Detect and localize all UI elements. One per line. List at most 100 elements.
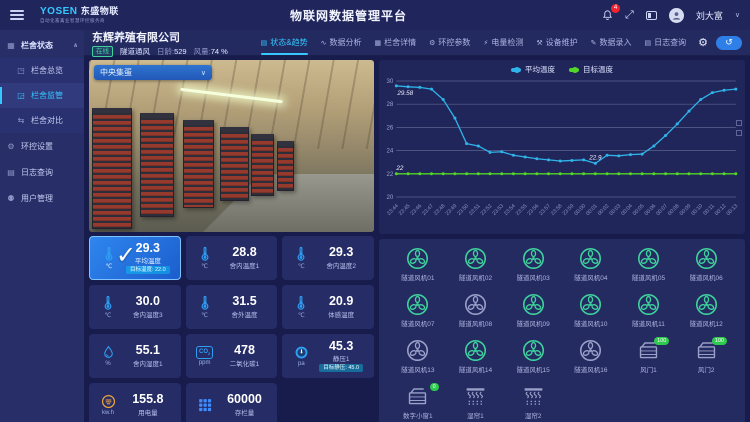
device-label: 湿帘2: [525, 410, 542, 420]
stat-card-静压1[interactable]: pa45.3静压1目标静压: 45.0: [282, 334, 374, 378]
device-隧道风机07[interactable]: 隧道风机07: [389, 293, 447, 337]
stat-card-体感温度[interactable]: ℃20.9体感温度: [282, 285, 374, 329]
user-icon: ⚉: [6, 194, 16, 203]
sidebar: ▦栏舍状态∧◳栏舍总览◲栏舍监管⇆栏舍对比⚙环控设置▤日志查询⚉用户管理: [0, 30, 84, 422]
device-隧道风机09[interactable]: 隧道风机09: [504, 293, 562, 337]
sidebar-item-栏舍监管[interactable]: ◲栏舍监管: [0, 83, 84, 108]
device-隧道风机14[interactable]: 隧道风机14: [447, 339, 505, 383]
chevron-down-icon[interactable]: ∨: [735, 11, 740, 19]
device-隧道风机13[interactable]: 隧道风机13: [389, 339, 447, 383]
card-value: 31.5: [232, 295, 256, 308]
device-隧道风机10[interactable]: 隧道风机10: [562, 293, 620, 337]
gauge-icon: [294, 345, 309, 360]
svg-text:23:45: 23:45: [398, 203, 412, 217]
sidebar-item-栏舍对比[interactable]: ⇆栏舍对比: [0, 108, 84, 133]
device-湿帘2[interactable]: 湿帘2: [504, 385, 562, 422]
brand-logo: YOSEN 东盛物联 自动化畜禽业智慧环控服务商: [40, 7, 160, 24]
device-风门2[interactable]: 风门2100: [677, 339, 735, 383]
fan-icon: [637, 247, 660, 270]
menu-toggle-icon[interactable]: [10, 10, 24, 20]
fullscreen-icon[interactable]: ⤢: [625, 10, 634, 21]
svg-text:23:53: 23:53: [491, 203, 505, 217]
svg-text:23:44: 23:44: [386, 203, 400, 217]
tab-数据分析[interactable]: ∿数据分析: [321, 30, 362, 56]
topbar-actions: 4 ⤢ 刘大富 ∨: [602, 8, 740, 23]
sidebar-item-用户管理[interactable]: ⚉用户管理: [0, 185, 84, 211]
svg-text:23:57: 23:57: [538, 203, 552, 217]
legend-item-目标温度[interactable]: 目标温度: [569, 64, 613, 75]
device-隧道风机01[interactable]: 隧道风机01: [389, 247, 447, 291]
stat-card-存栏量[interactable]: 60000存栏量: [186, 383, 278, 422]
user-icon: [671, 10, 682, 21]
device-label: 隧道风机15: [517, 364, 550, 374]
card-label: 静压1: [333, 353, 350, 363]
device-label: 隧道风机01: [401, 272, 434, 282]
tab-数据录入[interactable]: ✎数据录入: [591, 30, 632, 56]
stat-card-平均温度[interactable]: ℃29.3平均温度目标温度: 22.0✓: [89, 236, 181, 280]
tab-环控参数[interactable]: ⚙环控参数: [429, 30, 470, 56]
svg-text:23:58: 23:58: [550, 203, 564, 217]
device-隧道风机04[interactable]: 隧道风机04: [562, 247, 620, 291]
chart-toolbox-icon[interactable]: [736, 130, 742, 136]
sidebar-item-栏舍总览[interactable]: ◳栏舍总览: [0, 58, 84, 83]
stat-card-舍内温度2[interactable]: ℃29.3舍内温度2: [282, 236, 374, 280]
stat-card-舍内湿度1[interactable]: %55.1舍内湿度1: [89, 334, 181, 378]
device-湿帘1[interactable]: 湿帘1: [447, 385, 505, 422]
fan-icon: [637, 293, 660, 316]
svg-text:00:13: 00:13: [726, 203, 740, 217]
assistant-button[interactable]: ↺: [716, 36, 742, 50]
thermometer-icon: [198, 295, 212, 311]
settings-gear-icon[interactable]: ⚙: [698, 36, 708, 49]
device-隧道风机16[interactable]: 隧道风机16: [562, 339, 620, 383]
stat-card-二氧化碳1[interactable]: CO2ppm478二氧化碳1: [186, 334, 278, 378]
thermometer-icon: [101, 295, 115, 311]
device-隧道风机15[interactable]: 隧道风机15: [504, 339, 562, 383]
device-隧道风机02[interactable]: 隧道风机02: [447, 247, 505, 291]
sidebar-item-环控设置[interactable]: ⚙环控设置: [0, 133, 84, 159]
device-opening-badge: 100: [712, 337, 727, 345]
device-隧道风机08[interactable]: 隧道风机08: [447, 293, 505, 337]
card-value: 30.0: [136, 295, 160, 308]
fan-icon: [464, 247, 487, 270]
camera-select-dropdown[interactable]: 中央集蛋 ∨: [94, 65, 212, 80]
fan-icon: [695, 293, 718, 316]
tab-状态&趋势[interactable]: ▤状态&趋势: [261, 30, 308, 56]
device-隧道风机05[interactable]: 隧道风机05: [620, 247, 678, 291]
fan-icon: [579, 293, 602, 316]
wet-curtain-icon: [464, 385, 487, 408]
svg-text:20: 20: [387, 195, 394, 201]
stat-card-舍内温度1[interactable]: ℃28.8舍内温度1: [186, 236, 278, 280]
legend-label: 目标温度: [583, 64, 613, 75]
device-隧道风机12[interactable]: 隧道风机12: [677, 293, 735, 337]
tab-日志查询[interactable]: ▤日志查询: [645, 30, 687, 56]
device-隧道风机11[interactable]: 隧道风机11: [620, 293, 678, 337]
stat-card-舍外温度[interactable]: ℃31.5舍外温度: [186, 285, 278, 329]
tab-label: 环控参数: [438, 37, 470, 48]
tab-设备维护[interactable]: ⚒设备维护: [536, 30, 577, 56]
brand-subtitle: 自动化畜禽业智慧环控服务商: [40, 19, 160, 24]
sidebar-item-日志查询[interactable]: ▤日志查询: [0, 159, 84, 185]
layout-panel-icon[interactable]: [646, 11, 657, 20]
svg-text:00:10: 00:10: [690, 203, 704, 217]
card-value: 29.3: [136, 242, 160, 255]
legend-item-平均温度[interactable]: 平均温度: [511, 64, 555, 75]
username[interactable]: 刘大富: [696, 9, 723, 22]
thermometer-icon: [294, 246, 308, 262]
card-label: 舍内温度1: [230, 260, 260, 270]
chart-toolbox-icon[interactable]: [736, 120, 742, 126]
svg-text:23:46: 23:46: [410, 203, 424, 217]
entry-icon: ✎: [591, 39, 597, 47]
sidebar-item-栏舍状态[interactable]: ▦栏舍状态∧: [0, 32, 84, 58]
avatar[interactable]: [669, 8, 684, 23]
device-隧道风机06[interactable]: 隧道风机06: [677, 247, 735, 291]
device-风门1[interactable]: 风门1100: [620, 339, 678, 383]
device-隧道风机03[interactable]: 隧道风机03: [504, 247, 562, 291]
svg-text:00:06: 00:06: [644, 203, 658, 217]
tab-电量检测[interactable]: ⚡电量检测: [483, 30, 523, 56]
notification-button[interactable]: 4: [602, 9, 613, 21]
tab-label: 电量检测: [491, 37, 523, 48]
tab-栏舍详情[interactable]: ▦栏舍详情: [375, 30, 417, 56]
device-数字小窗1[interactable]: 数字小窗10: [389, 385, 447, 422]
stat-card-用电量[interactable]: kw.h155.8用电量: [89, 383, 181, 422]
stat-card-舍内温度3[interactable]: ℃30.0舍内温度3: [89, 285, 181, 329]
